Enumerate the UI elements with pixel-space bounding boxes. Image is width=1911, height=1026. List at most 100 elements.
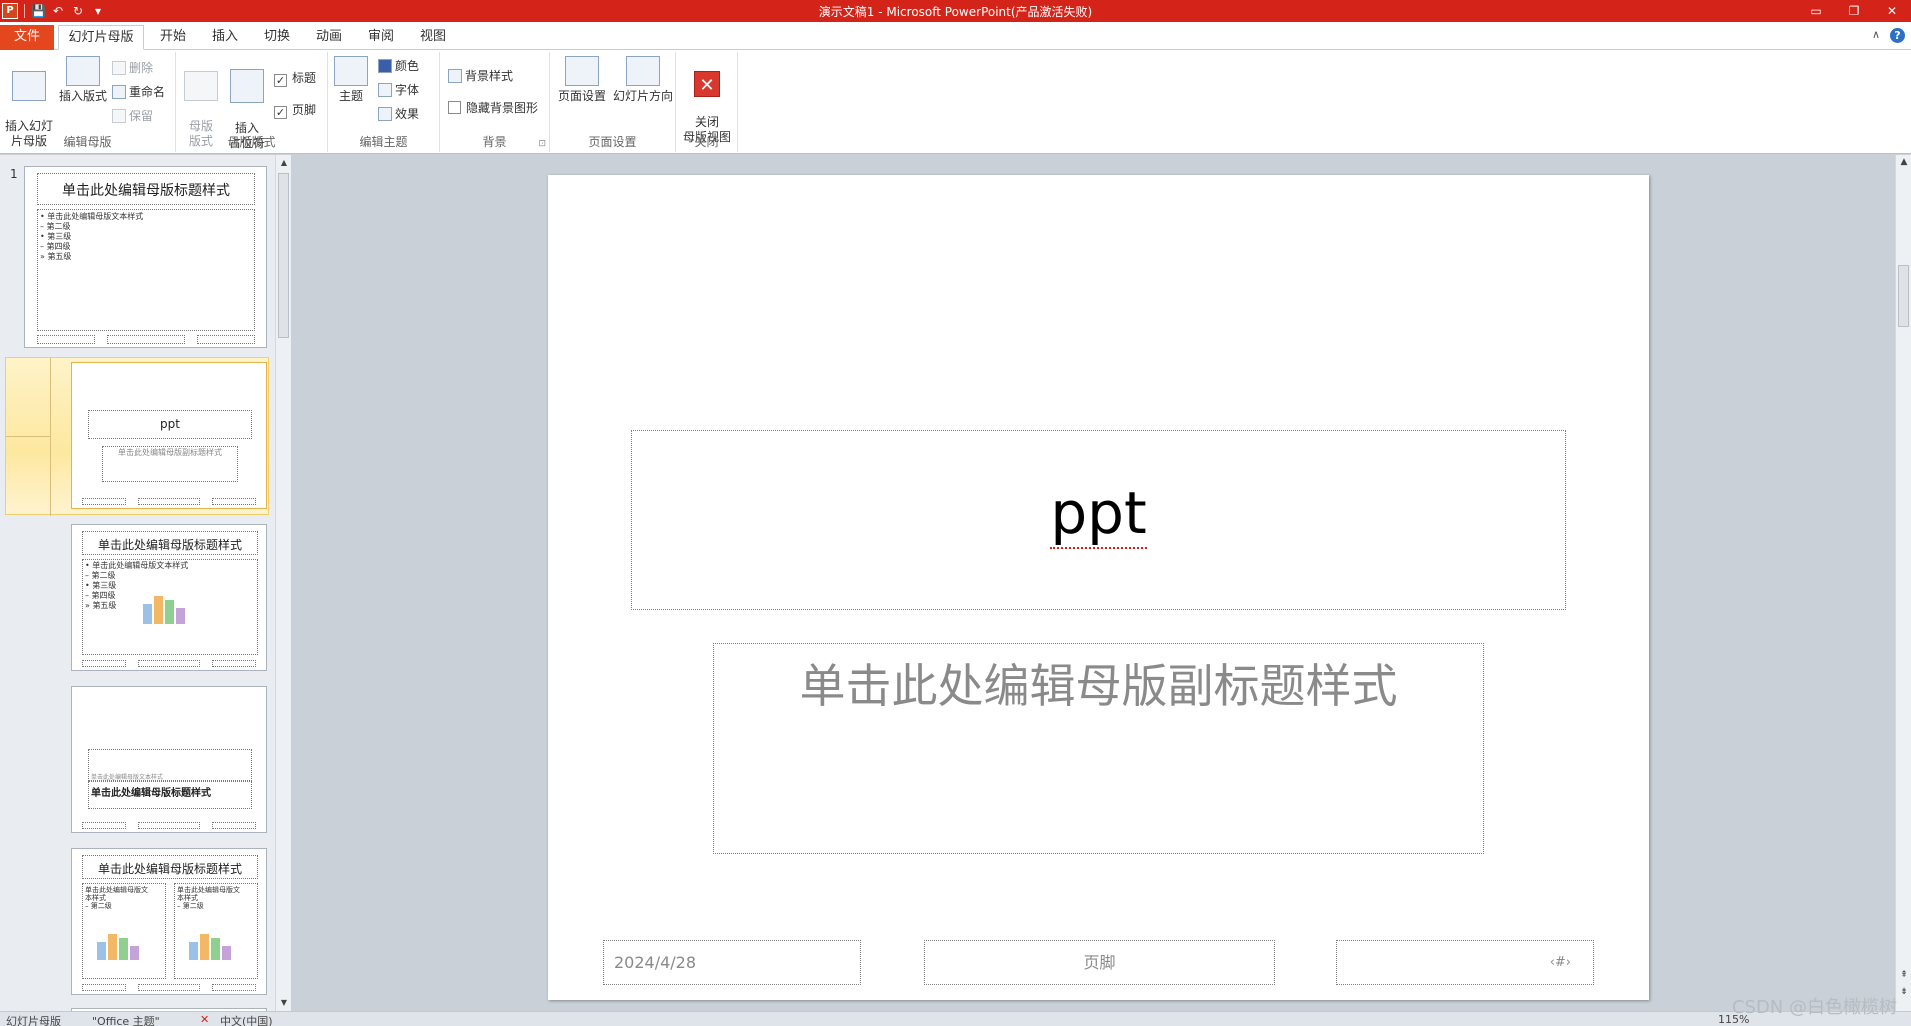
thumbnail-title-slide-layout[interactable]: ppt 单击此处编辑母版副标题样式 [71,362,267,509]
slide-number-placeholder[interactable]: ‹#› [1336,940,1594,985]
thumb-bullet: – 第二级 [177,902,204,910]
thumb-date-placeholder [82,498,126,505]
hide-background-graphics-checkbox[interactable]: 隐藏背景图形 [448,98,538,118]
tab-animations[interactable]: 动画 [306,25,352,50]
group-background: 背景样式 隐藏背景图形 ⊡ 背景 [440,52,550,152]
tab-view[interactable]: 视图 [410,25,456,50]
close-window-button[interactable]: ✕ [1873,0,1911,22]
insert-slide-master-icon [12,71,46,101]
thumb-number-placeholder [197,335,255,344]
thumbnail-title-content-layout[interactable]: 单击此处编辑母版标题样式 • 单击此处编辑母版文本样式 – 第二级 • 第三级 … [71,524,267,671]
restore-button[interactable]: ❐ [1835,0,1873,22]
themes-button[interactable]: 主题 [334,56,368,104]
delete-icon [112,61,126,75]
tab-transitions[interactable]: 切换 [254,25,300,50]
group-label-close: 关闭 [694,135,719,149]
thumb-date-placeholder [82,660,126,667]
close-master-view-button[interactable]: ✕ 关闭 母版视图 [680,56,734,145]
rename-button[interactable]: 重命名 [112,82,165,102]
status-bar: 幻灯片母版 "Office 主题" ✕ 中文(中国) 115% [0,1011,1911,1026]
thumb-date-placeholder [82,984,126,991]
thumb-bullet: 本样式 [85,894,106,902]
slide-orientation-button[interactable]: 幻灯片方向 [612,56,674,104]
scroll-up-icon[interactable]: ▲ [1896,157,1911,167]
thumb-number-placeholder [212,984,256,991]
group-label-page-setup: 页面设置 [588,135,637,149]
thumb-footer-placeholder [107,335,185,344]
thumb-text-placeholder: 单击此处编辑母版文本样式 [88,749,252,781]
thumb-bullet: 单击此处编辑母版文 [85,886,148,894]
collapse-ribbon-icon[interactable]: ∧ [1872,28,1880,43]
status-language[interactable]: 中文(中国) [220,1013,273,1026]
title-checkbox[interactable]: ✓ 标题 [274,68,316,88]
thumb-title-placeholder: 单击此处编辑母版标题样式 [88,781,252,809]
thumb-bullet: – 第二级 [85,571,116,580]
thumbnail-scrollbar[interactable]: ▲ ▼ [275,155,291,1011]
thumb-right-content-placeholder: 单击此处编辑母版文 本样式 – 第二级 [174,883,258,979]
background-styles-icon [448,69,462,83]
group-label-edit-master: 编辑母版 [63,135,112,149]
content-placeholder-icons [97,926,147,960]
scrollbar-thumb[interactable] [278,173,289,338]
scrollbar-thumb[interactable] [1898,265,1909,327]
help-icon[interactable]: ? [1890,28,1905,43]
spell-check-icon[interactable]: ✕ [200,1013,209,1026]
effects-icon [378,107,392,121]
thumb-date-placeholder [37,335,95,344]
minimize-button[interactable]: ▭ [1797,0,1835,22]
footer-checkbox[interactable]: ✓ 页脚 [274,100,316,120]
group-master-layout: 母版 版式 插入 占位符 ✓ 标题 ✓ 页脚 母版版式 [176,52,328,152]
colors-icon [378,59,392,73]
tab-slide-master[interactable]: 幻灯片母版 [58,25,144,50]
page-setup-button[interactable]: 页面设置 [554,56,610,104]
preserve-button[interactable]: 保留 [112,106,153,126]
subtitle-placeholder[interactable]: 单击此处编辑母版副标题样式 [713,643,1484,854]
thumb-footer-placeholder [138,822,200,829]
thumb-bullet: 本样式 [177,894,198,902]
tab-home[interactable]: 开始 [150,25,196,50]
content-placeholder-icons [143,590,193,624]
ribbon-tabs: 文件 幻灯片母版 开始 插入 切换 动画 审阅 视图 ∧ ? [0,22,1911,50]
slide-thumbnail-panel: 1 单击此处编辑母版标题样式 • 单击此处编辑母版文本样式 – 第二级 • 第三… [0,155,275,1026]
thumb-bullet: • 第三级 [40,232,72,241]
thumbnail-slide-master[interactable]: 单击此处编辑母版标题样式 • 单击此处编辑母版文本样式 – 第二级 • 第三级 … [24,166,267,348]
slide-subtitle-text[interactable]: 单击此处编辑母版副标题样式 [714,650,1483,716]
background-styles-button[interactable]: 背景样式 [448,66,513,86]
insert-placeholder-icon [230,69,264,103]
thumb-bullet: 单击此处编辑母版文 [177,886,240,894]
thumb-footer-placeholder [138,984,200,991]
thumbnail-two-content-layout[interactable]: 单击此处编辑母版标题样式 单击此处编辑母版文 本样式 – 第二级 单击此处编辑母… [71,848,267,995]
tab-insert[interactable]: 插入 [202,25,248,50]
insert-layout-button[interactable]: 插入版式 [58,56,108,104]
group-label-master-layout: 母版版式 [227,135,276,149]
slide-title-text[interactable]: ppt [1050,479,1147,549]
slide-footer-text: 页脚 [1083,953,1116,972]
fonts-button[interactable]: 字体 [378,80,419,100]
status-theme-name: "Office 主题" [92,1015,160,1026]
delete-button[interactable]: 删除 [112,58,153,78]
csdn-watermark: CSDN @白色橄榄树 [1731,997,1897,1018]
footer-placeholder[interactable]: 页脚 [924,940,1275,985]
master-layout-icon [184,71,218,101]
date-placeholder[interactable]: 2024/4/28 [603,940,861,985]
previous-slide-icon[interactable]: ⇞ [1896,970,1911,980]
thumb-footer-placeholder [138,660,200,667]
effects-button[interactable]: 效果 [378,104,419,124]
title-placeholder[interactable]: ppt [631,430,1566,610]
ribbon: 插入幻灯 片母版 插入版式 删除 重命名 保留 编辑母版 母版 版式 插入 占位… [0,50,1911,154]
tab-file[interactable]: 文件 [0,25,54,50]
thumb-bullet: • 单击此处编辑母版文本样式 [85,561,189,570]
next-slide-icon[interactable]: ⇟ [1896,987,1911,997]
thumb-left-content-placeholder: 单击此处编辑母版文 本样式 – 第二级 [82,883,166,979]
main-slide-canvas[interactable]: ppt 单击此处编辑母版副标题样式 2024/4/28 页脚 ‹#› [548,175,1649,1000]
scroll-down-icon[interactable]: ▼ [276,995,292,1011]
content-placeholder-icons [189,926,239,960]
thumb-body-placeholder: • 单击此处编辑母版文本样式 – 第二级 • 第三级 – 第四级 » 第五级 [37,209,255,331]
thumbnail-section-header-layout[interactable]: 单击此处编辑母版文本样式 单击此处编辑母版标题样式 [71,686,267,833]
thumb-bullet: – 第二级 [40,222,71,231]
scroll-up-icon[interactable]: ▲ [276,155,292,171]
main-vertical-scrollbar[interactable]: ▲ ⇞ ⇟ [1895,155,1911,1011]
thumb-bullet: • 单击此处编辑母版文本样式 [40,212,144,221]
tab-review[interactable]: 审阅 [358,25,404,50]
colors-button[interactable]: 颜色 [378,56,419,76]
